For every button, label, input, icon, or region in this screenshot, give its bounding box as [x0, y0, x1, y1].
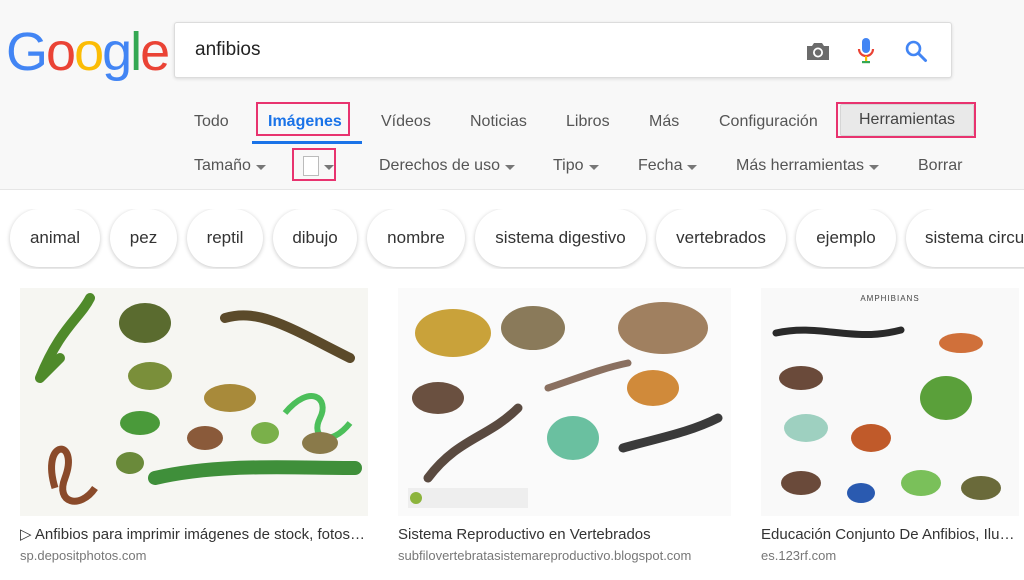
highlight-box-imagenes — [256, 102, 350, 136]
tab-todo[interactable]: Todo — [194, 100, 229, 144]
chip-ejemplo[interactable]: ejemplo — [796, 209, 896, 267]
chevron-down-icon — [687, 164, 698, 170]
chip-animal[interactable]: animal — [10, 209, 100, 267]
chevron-down-icon — [255, 164, 266, 170]
chip-sistema-circulatorio[interactable]: sistema circulatorio — [906, 209, 1024, 267]
clear-filters-link[interactable]: Borrar — [918, 152, 962, 180]
filter-type-label: Tipo — [553, 157, 584, 174]
image-result[interactable]: Sistema Reproductivo en Vertebrados subf… — [398, 288, 731, 564]
chip-vertebrados[interactable]: vertebrados — [656, 209, 786, 267]
image-result[interactable]: ▷ Anfibios para imprimir imágenes de sto… — [20, 288, 368, 564]
logo-letter: o — [46, 22, 76, 82]
filter-rights[interactable]: Derechos de uso — [379, 152, 515, 180]
google-logo[interactable]: Google — [6, 22, 170, 82]
chevron-down-icon — [869, 164, 880, 170]
image-result[interactable]: AMPHIBIANS Educación Conjunto De Anfibio… — [761, 288, 1019, 564]
tab-mas[interactable]: Más — [649, 100, 679, 144]
amphibians-chart — [761, 288, 1019, 516]
camera-icon[interactable] — [803, 36, 833, 66]
result-source[interactable]: subfilovertebratasistemareproductivo.blo… — [398, 548, 731, 564]
result-thumbnail[interactable] — [20, 288, 368, 516]
chip-nombre[interactable]: nombre — [367, 209, 465, 267]
filter-date-label: Fecha — [638, 157, 683, 174]
chip-sistema-digestivo[interactable]: sistema digestivo — [475, 209, 646, 267]
logo-letter: g — [102, 22, 132, 82]
tab-configuracion[interactable]: Configuración — [719, 100, 818, 144]
logo-letter: e — [140, 22, 170, 82]
filter-date[interactable]: Fecha — [638, 152, 698, 180]
amphibians-photo — [398, 288, 731, 516]
header: Google Todo Imágenes — [0, 0, 1024, 190]
filter-size[interactable]: Tamaño — [194, 152, 266, 180]
search-input[interactable] — [195, 23, 795, 77]
result-thumbnail[interactable] — [398, 288, 731, 516]
highlight-box-color — [292, 148, 336, 181]
result-title[interactable]: Educación Conjunto De Anfibios, Ilustrac… — [761, 526, 1019, 544]
chip-reptil[interactable]: reptil — [187, 209, 263, 267]
filter-type[interactable]: Tipo — [553, 152, 599, 180]
chip-pez[interactable]: pez — [110, 209, 177, 267]
active-tab-indicator — [252, 141, 362, 144]
result-thumbnail[interactable]: AMPHIBIANS — [761, 288, 1019, 516]
logo-letter: o — [74, 22, 104, 82]
filter-size-label: Tamaño — [194, 157, 251, 174]
tab-noticias[interactable]: Noticias — [470, 100, 527, 144]
logo-letter: G — [6, 22, 48, 82]
chevron-down-icon — [588, 164, 599, 170]
highlight-box-tools — [836, 102, 976, 138]
filter-more-tools[interactable]: Más herramientas — [736, 152, 880, 180]
result-source[interactable]: es.123rf.com — [761, 548, 1019, 564]
search-icon[interactable] — [901, 36, 931, 66]
microphone-icon[interactable] — [851, 36, 881, 66]
search-box — [174, 22, 952, 78]
result-title[interactable]: ▷ Anfibios para imprimir imágenes de sto… — [20, 526, 368, 544]
tab-videos[interactable]: Vídeos — [381, 100, 431, 144]
chevron-down-icon — [504, 164, 515, 170]
filter-more-tools-label: Más herramientas — [736, 157, 865, 174]
tab-libros[interactable]: Libros — [566, 100, 610, 144]
reptiles-illustration — [20, 288, 368, 516]
image-caption: AMPHIBIANS — [860, 294, 920, 303]
chip-dibujo[interactable]: dibujo — [273, 209, 357, 267]
result-title[interactable]: Sistema Reproductivo en Vertebrados — [398, 526, 731, 544]
related-searches: animal pez reptil dibujo nombre sistema … — [0, 209, 1024, 269]
filter-rights-label: Derechos de uso — [379, 157, 500, 174]
logo-letter: l — [130, 22, 142, 82]
result-source[interactable]: sp.depositphotos.com — [20, 548, 368, 564]
